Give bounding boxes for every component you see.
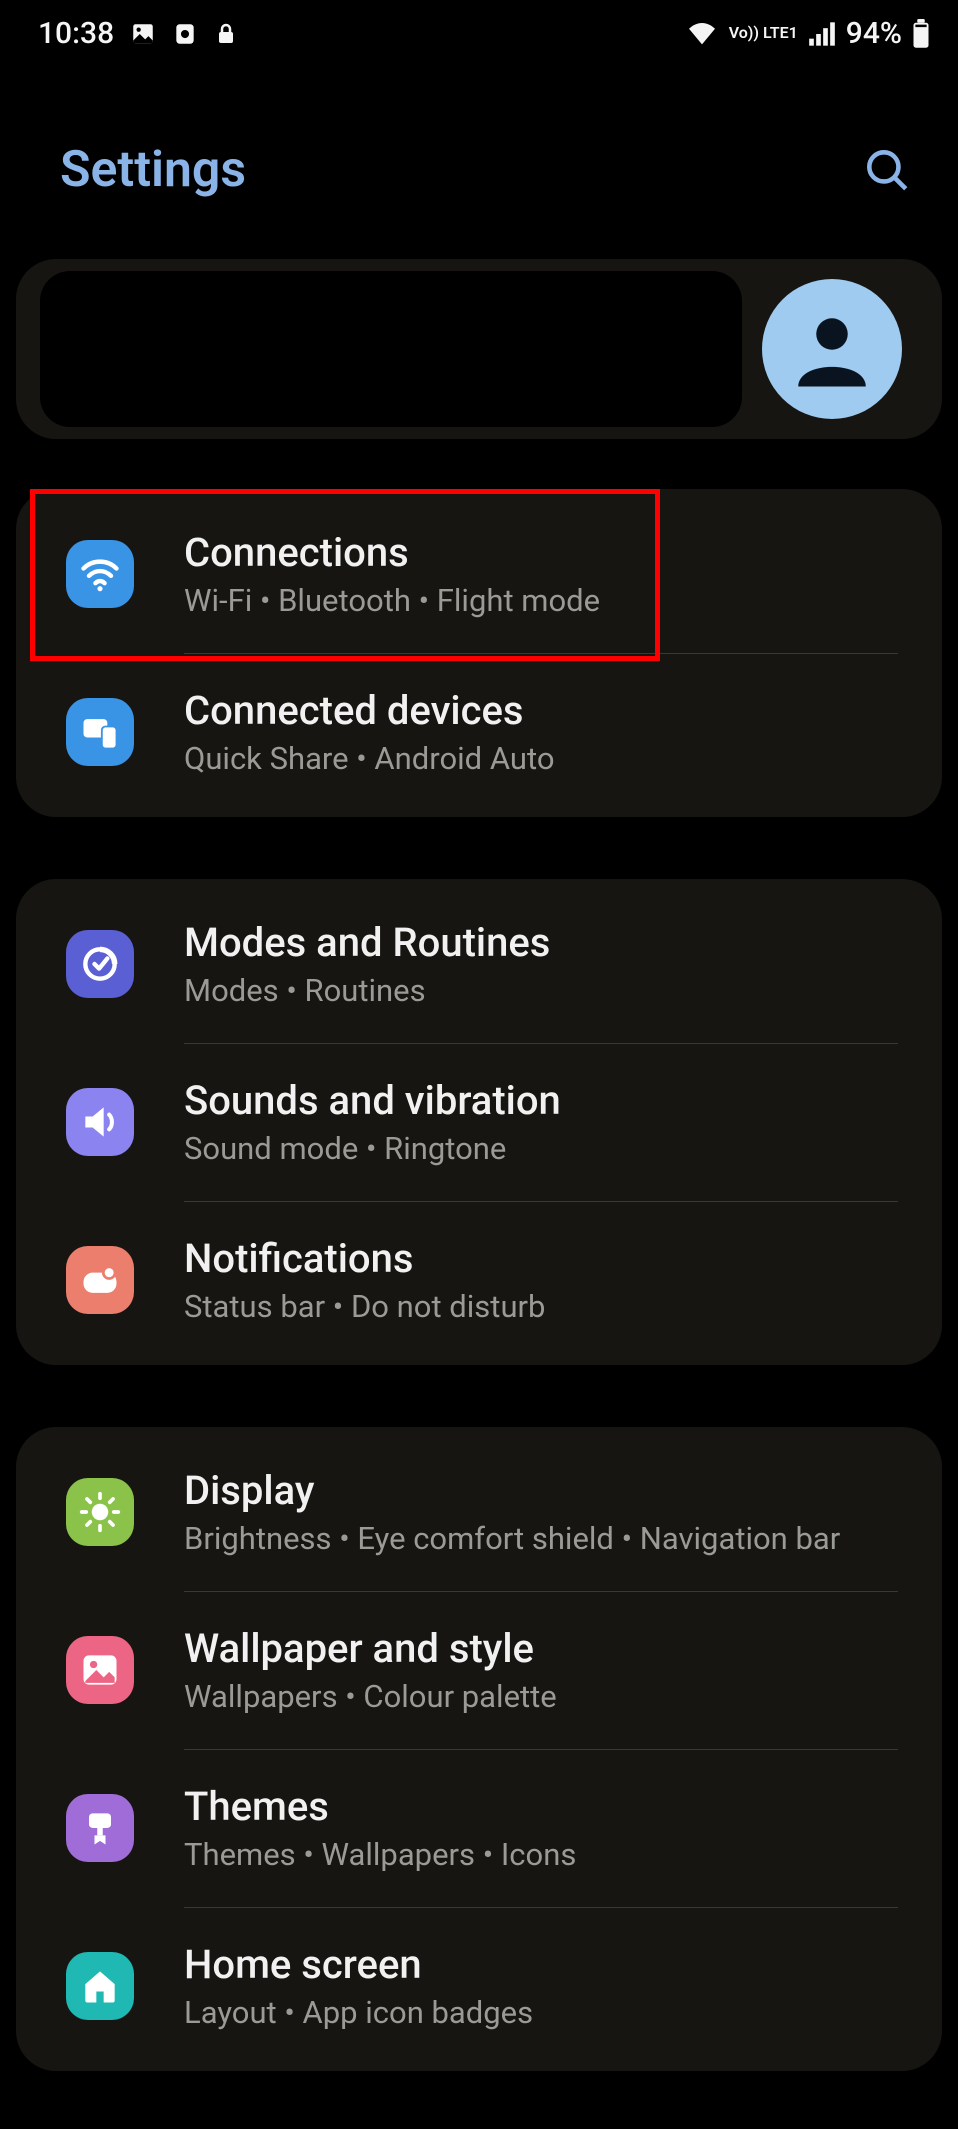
item-text: Themes Themes • Wallpapers • Icons [184, 1783, 898, 1873]
settings-item-connections[interactable]: Connections Wi-Fi • Bluetooth • Flight m… [16, 495, 942, 653]
settings-item-modes-routines[interactable]: Modes and Routines Modes • Routines [16, 885, 942, 1043]
item-subtitle: Sound mode • Ringtone [184, 1130, 898, 1167]
item-title: Connections [184, 529, 898, 576]
settings-group: Connections Wi-Fi • Bluetooth • Flight m… [16, 489, 942, 817]
account-card[interactable] [16, 259, 942, 439]
wifi-icon [66, 540, 134, 608]
item-title: Wallpaper and style [184, 1625, 898, 1672]
home-icon [66, 1952, 134, 2020]
item-text: Connected devices Quick Share • Android … [184, 687, 898, 777]
speaker-icon [66, 1088, 134, 1156]
page-title: Settings [60, 141, 246, 199]
item-subtitle: Brightness • Eye comfort shield • Naviga… [184, 1520, 898, 1557]
item-title: Home screen [184, 1941, 898, 1988]
settings-item-connected-devices[interactable]: Connected devices Quick Share • Android … [16, 653, 942, 811]
avatar[interactable] [762, 279, 902, 419]
image-icon [130, 21, 156, 47]
network-badge: Vo)) LTE1 [729, 26, 798, 40]
item-title: Themes [184, 1783, 898, 1830]
status-bar: 10:38 Vo)) LTE1 94% [0, 0, 958, 61]
item-text: Modes and Routines Modes • Routines [184, 919, 898, 1009]
lock-icon [214, 21, 238, 47]
brush-icon [66, 1794, 134, 1862]
item-text: Notifications Status bar • Do not distur… [184, 1235, 898, 1325]
status-left: 10:38 [38, 16, 238, 51]
item-subtitle: Quick Share • Android Auto [184, 740, 898, 777]
item-text: Display Brightness • Eye comfort shield … [184, 1467, 898, 1557]
item-title: Connected devices [184, 687, 898, 734]
settings-item-wallpaper-style[interactable]: Wallpaper and style Wallpapers • Colour … [16, 1591, 942, 1749]
status-right: Vo)) LTE1 94% [685, 16, 930, 51]
item-subtitle: Layout • App icon badges [184, 1994, 898, 2031]
signal-icon [808, 22, 836, 46]
item-title: Notifications [184, 1235, 898, 1282]
settings-item-display[interactable]: Display Brightness • Eye comfort shield … [16, 1433, 942, 1591]
item-subtitle: Wi-Fi • Bluetooth • Flight mode [184, 582, 898, 619]
item-text: Home screen Layout • App icon badges [184, 1941, 898, 2031]
picture-icon [66, 1636, 134, 1704]
item-text: Sounds and vibration Sound mode • Ringto… [184, 1077, 898, 1167]
settings-item-sounds-vibration[interactable]: Sounds and vibration Sound mode • Ringto… [16, 1043, 942, 1201]
item-title: Display [184, 1467, 898, 1514]
search-button[interactable] [862, 145, 912, 195]
header: Settings [0, 61, 958, 259]
wifi-status-icon [685, 21, 719, 47]
item-title: Sounds and vibration [184, 1077, 898, 1124]
sun-icon [66, 1478, 134, 1546]
notification-icon [66, 1246, 134, 1314]
settings-group: Display Brightness • Eye comfort shield … [16, 1427, 942, 2071]
clock-icon [172, 21, 198, 47]
item-subtitle: Themes • Wallpapers • Icons [184, 1836, 898, 1873]
target-icon [66, 930, 134, 998]
item-title: Modes and Routines [184, 919, 898, 966]
status-battery: 94% [846, 16, 902, 51]
status-time: 10:38 [38, 16, 114, 51]
item-text: Wallpaper and style Wallpapers • Colour … [184, 1625, 898, 1715]
settings-item-themes[interactable]: Themes Themes • Wallpapers • Icons [16, 1749, 942, 1907]
devices-icon [66, 698, 134, 766]
settings-group: Modes and Routines Modes • Routines Soun… [16, 879, 942, 1365]
item-subtitle: Status bar • Do not disturb [184, 1288, 898, 1325]
battery-icon [912, 19, 930, 49]
settings-item-home-screen[interactable]: Home screen Layout • App icon badges [16, 1907, 942, 2065]
item-text: Connections Wi-Fi • Bluetooth • Flight m… [184, 529, 898, 619]
item-subtitle: Modes • Routines [184, 972, 898, 1009]
settings-item-notifications[interactable]: Notifications Status bar • Do not distur… [16, 1201, 942, 1359]
item-subtitle: Wallpapers • Colour palette [184, 1678, 898, 1715]
